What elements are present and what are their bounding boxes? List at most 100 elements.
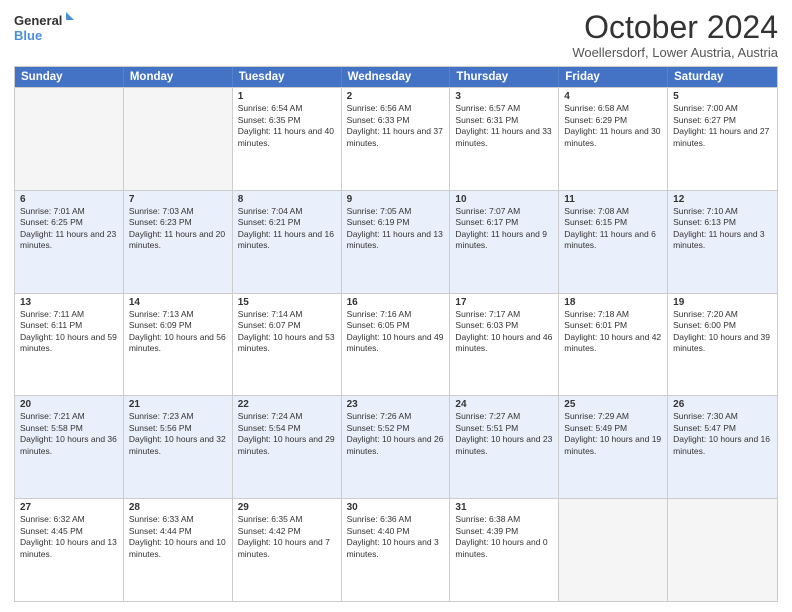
calendar-cell: 22Sunrise: 7:24 AM Sunset: 5:54 PM Dayli… [233, 396, 342, 498]
day-info: Sunrise: 7:29 AM Sunset: 5:49 PM Dayligh… [564, 411, 662, 457]
day-info: Sunrise: 6:35 AM Sunset: 4:42 PM Dayligh… [238, 514, 336, 560]
day-number: 14 [129, 297, 227, 308]
day-number: 1 [238, 91, 336, 102]
calendar-header-row: SundayMondayTuesdayWednesdayThursdayFrid… [15, 67, 777, 87]
day-number: 20 [20, 399, 118, 410]
day-info: Sunrise: 7:04 AM Sunset: 6:21 PM Dayligh… [238, 206, 336, 252]
calendar-cell: 20Sunrise: 7:21 AM Sunset: 5:58 PM Dayli… [15, 396, 124, 498]
day-info: Sunrise: 7:20 AM Sunset: 6:00 PM Dayligh… [673, 309, 772, 355]
calendar-cell: 4Sunrise: 6:58 AM Sunset: 6:29 PM Daylig… [559, 88, 668, 190]
day-number: 21 [129, 399, 227, 410]
day-info: Sunrise: 6:33 AM Sunset: 4:44 PM Dayligh… [129, 514, 227, 560]
day-number: 13 [20, 297, 118, 308]
calendar-cell: 15Sunrise: 7:14 AM Sunset: 6:07 PM Dayli… [233, 294, 342, 396]
calendar-cell: 17Sunrise: 7:17 AM Sunset: 6:03 PM Dayli… [450, 294, 559, 396]
day-number: 29 [238, 502, 336, 513]
calendar-cell: 5Sunrise: 7:00 AM Sunset: 6:27 PM Daylig… [668, 88, 777, 190]
day-info: Sunrise: 6:36 AM Sunset: 4:40 PM Dayligh… [347, 514, 445, 560]
calendar-cell: 30Sunrise: 6:36 AM Sunset: 4:40 PM Dayli… [342, 499, 451, 601]
calendar-cell: 29Sunrise: 6:35 AM Sunset: 4:42 PM Dayli… [233, 499, 342, 601]
main-title: October 2024 [572, 10, 778, 45]
header: General Blue October 2024 Woellersdorf, … [14, 10, 778, 60]
day-number: 28 [129, 502, 227, 513]
day-info: Sunrise: 6:38 AM Sunset: 4:39 PM Dayligh… [455, 514, 553, 560]
day-info: Sunrise: 6:56 AM Sunset: 6:33 PM Dayligh… [347, 103, 445, 149]
day-number: 7 [129, 194, 227, 205]
day-number: 8 [238, 194, 336, 205]
calendar-week: 20Sunrise: 7:21 AM Sunset: 5:58 PM Dayli… [15, 395, 777, 498]
day-info: Sunrise: 7:05 AM Sunset: 6:19 PM Dayligh… [347, 206, 445, 252]
day-number: 12 [673, 194, 772, 205]
calendar-cell: 12Sunrise: 7:10 AM Sunset: 6:13 PM Dayli… [668, 191, 777, 293]
day-info: Sunrise: 7:30 AM Sunset: 5:47 PM Dayligh… [673, 411, 772, 457]
calendar-cell: 11Sunrise: 7:08 AM Sunset: 6:15 PM Dayli… [559, 191, 668, 293]
day-info: Sunrise: 6:32 AM Sunset: 4:45 PM Dayligh… [20, 514, 118, 560]
day-info: Sunrise: 6:57 AM Sunset: 6:31 PM Dayligh… [455, 103, 553, 149]
day-number: 31 [455, 502, 553, 513]
day-number: 24 [455, 399, 553, 410]
calendar-cell: 21Sunrise: 7:23 AM Sunset: 5:56 PM Dayli… [124, 396, 233, 498]
calendar-header-cell: Tuesday [233, 67, 342, 87]
day-number: 25 [564, 399, 662, 410]
day-info: Sunrise: 7:14 AM Sunset: 6:07 PM Dayligh… [238, 309, 336, 355]
calendar-week: 6Sunrise: 7:01 AM Sunset: 6:25 PM Daylig… [15, 190, 777, 293]
calendar-cell: 7Sunrise: 7:03 AM Sunset: 6:23 PM Daylig… [124, 191, 233, 293]
day-number: 9 [347, 194, 445, 205]
day-info: Sunrise: 7:21 AM Sunset: 5:58 PM Dayligh… [20, 411, 118, 457]
calendar-cell: 31Sunrise: 6:38 AM Sunset: 4:39 PM Dayli… [450, 499, 559, 601]
calendar-cell: 26Sunrise: 7:30 AM Sunset: 5:47 PM Dayli… [668, 396, 777, 498]
svg-text:General: General [14, 13, 62, 28]
day-info: Sunrise: 7:08 AM Sunset: 6:15 PM Dayligh… [564, 206, 662, 252]
calendar-cell-empty [15, 88, 124, 190]
calendar-header-cell: Saturday [668, 67, 777, 87]
calendar: SundayMondayTuesdayWednesdayThursdayFrid… [14, 66, 778, 602]
calendar-header-cell: Thursday [450, 67, 559, 87]
day-number: 26 [673, 399, 772, 410]
calendar-cell: 16Sunrise: 7:16 AM Sunset: 6:05 PM Dayli… [342, 294, 451, 396]
calendar-cell: 24Sunrise: 7:27 AM Sunset: 5:51 PM Dayli… [450, 396, 559, 498]
day-info: Sunrise: 7:23 AM Sunset: 5:56 PM Dayligh… [129, 411, 227, 457]
day-number: 18 [564, 297, 662, 308]
svg-text:Blue: Blue [14, 28, 42, 43]
calendar-cell: 8Sunrise: 7:04 AM Sunset: 6:21 PM Daylig… [233, 191, 342, 293]
day-number: 2 [347, 91, 445, 102]
calendar-cell: 9Sunrise: 7:05 AM Sunset: 6:19 PM Daylig… [342, 191, 451, 293]
subtitle: Woellersdorf, Lower Austria, Austria [572, 45, 778, 60]
day-info: Sunrise: 7:11 AM Sunset: 6:11 PM Dayligh… [20, 309, 118, 355]
day-number: 10 [455, 194, 553, 205]
page: General Blue October 2024 Woellersdorf, … [0, 0, 792, 612]
calendar-cell-empty [668, 499, 777, 601]
day-info: Sunrise: 7:01 AM Sunset: 6:25 PM Dayligh… [20, 206, 118, 252]
day-info: Sunrise: 7:03 AM Sunset: 6:23 PM Dayligh… [129, 206, 227, 252]
calendar-header-cell: Monday [124, 67, 233, 87]
day-number: 22 [238, 399, 336, 410]
day-info: Sunrise: 7:18 AM Sunset: 6:01 PM Dayligh… [564, 309, 662, 355]
day-number: 15 [238, 297, 336, 308]
calendar-cell: 18Sunrise: 7:18 AM Sunset: 6:01 PM Dayli… [559, 294, 668, 396]
calendar-cell: 14Sunrise: 7:13 AM Sunset: 6:09 PM Dayli… [124, 294, 233, 396]
day-number: 11 [564, 194, 662, 205]
day-number: 23 [347, 399, 445, 410]
logo-svg: General Blue [14, 10, 74, 50]
day-info: Sunrise: 7:26 AM Sunset: 5:52 PM Dayligh… [347, 411, 445, 457]
calendar-cell: 19Sunrise: 7:20 AM Sunset: 6:00 PM Dayli… [668, 294, 777, 396]
day-number: 4 [564, 91, 662, 102]
calendar-header-cell: Wednesday [342, 67, 451, 87]
calendar-week: 13Sunrise: 7:11 AM Sunset: 6:11 PM Dayli… [15, 293, 777, 396]
logo: General Blue [14, 10, 74, 50]
day-info: Sunrise: 7:13 AM Sunset: 6:09 PM Dayligh… [129, 309, 227, 355]
calendar-cell: 13Sunrise: 7:11 AM Sunset: 6:11 PM Dayli… [15, 294, 124, 396]
day-info: Sunrise: 7:17 AM Sunset: 6:03 PM Dayligh… [455, 309, 553, 355]
day-info: Sunrise: 7:00 AM Sunset: 6:27 PM Dayligh… [673, 103, 772, 149]
calendar-cell: 25Sunrise: 7:29 AM Sunset: 5:49 PM Dayli… [559, 396, 668, 498]
day-info: Sunrise: 7:27 AM Sunset: 5:51 PM Dayligh… [455, 411, 553, 457]
calendar-cell: 1Sunrise: 6:54 AM Sunset: 6:35 PM Daylig… [233, 88, 342, 190]
calendar-cell: 27Sunrise: 6:32 AM Sunset: 4:45 PM Dayli… [15, 499, 124, 601]
day-number: 16 [347, 297, 445, 308]
day-number: 30 [347, 502, 445, 513]
day-info: Sunrise: 7:16 AM Sunset: 6:05 PM Dayligh… [347, 309, 445, 355]
day-info: Sunrise: 7:07 AM Sunset: 6:17 PM Dayligh… [455, 206, 553, 252]
calendar-cell: 28Sunrise: 6:33 AM Sunset: 4:44 PM Dayli… [124, 499, 233, 601]
calendar-cell: 6Sunrise: 7:01 AM Sunset: 6:25 PM Daylig… [15, 191, 124, 293]
calendar-week: 27Sunrise: 6:32 AM Sunset: 4:45 PM Dayli… [15, 498, 777, 601]
